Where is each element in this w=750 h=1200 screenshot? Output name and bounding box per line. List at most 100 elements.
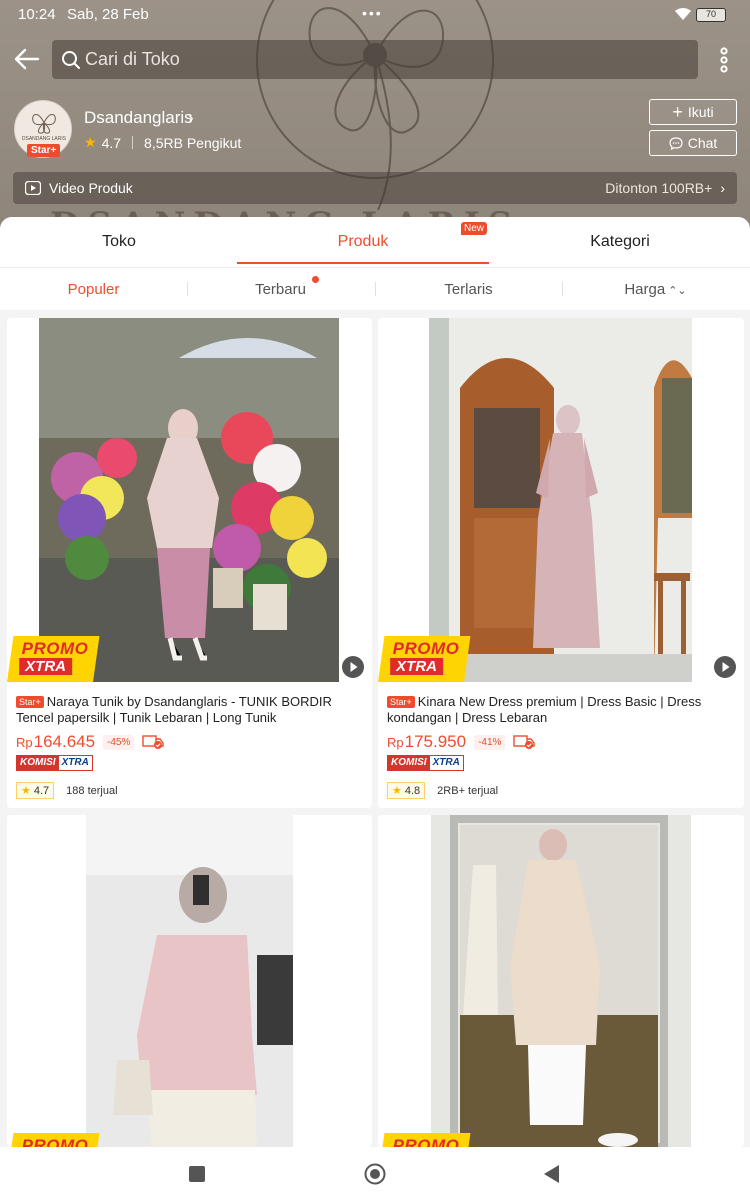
promo-xtra-badge: PROMO <box>7 1133 100 1147</box>
sort-harga-label: Harga <box>624 281 666 298</box>
sort-terbaru[interactable]: Terbaru <box>187 281 374 298</box>
star-plus-badge: Star+ <box>27 144 61 157</box>
tab-produk[interactable]: Produk <box>238 233 488 251</box>
chevron-right-icon: › <box>720 180 725 196</box>
komisi-label: KOMISI <box>388 756 430 770</box>
follow-label: Ikuti <box>687 104 714 120</box>
shipping-truck-icon <box>142 735 165 749</box>
star-icon: ★ <box>84 134 97 150</box>
komisi-xtra-label: XTRA <box>432 757 460 768</box>
promo-line1: PROMO <box>392 639 460 658</box>
shop-name[interactable]: Dsandanglaris <box>84 108 193 128</box>
product-image <box>7 318 372 682</box>
komisi-xtra-label: XTRA <box>61 757 89 768</box>
shipping-truck-icon <box>513 735 536 749</box>
tab-kategori[interactable]: Kategori <box>495 233 745 251</box>
video-play-icon <box>25 181 41 195</box>
promo-xtra-badge: PROMO <box>378 1133 471 1147</box>
sold-count: 188 terjual <box>66 784 118 797</box>
product-title: Star+ Kinara New Dress premium | Dress Ba… <box>387 694 737 726</box>
star-icon: ★ <box>392 785 402 797</box>
sort-bar: Populer Terbaru Terlaris Harga ⌃⌄ <box>0 267 750 310</box>
chat-bubble-icon <box>669 136 683 150</box>
home-icon[interactable] <box>364 1163 386 1185</box>
video-play-icon <box>342 656 364 678</box>
price-row: Rp 164.645 -45% <box>16 732 165 752</box>
product-title: Star+ Naraya Tunik by Dsandanglaris - TUN… <box>16 694 366 726</box>
price-value: 164.645 <box>33 732 96 751</box>
product-rating: 4.8 <box>404 784 421 797</box>
promo-line2: XTRA <box>19 658 73 675</box>
product-card[interactable]: PROMO XTRA Star+ Kinara New Dress premium… <box>378 318 744 808</box>
divider <box>132 136 134 149</box>
promo-xtra-badge: PROMO XTRA <box>378 636 471 682</box>
status-bar: 10:24 Sab, 28 Feb ••• 70 <box>0 0 750 30</box>
sort-terlaris[interactable]: Terlaris <box>375 281 562 298</box>
search-icon <box>62 50 80 69</box>
star-icon: ★ <box>21 785 31 797</box>
video-product-label: Video Produk <box>49 180 133 196</box>
video-views: Ditonton 100RB+ <box>605 180 713 196</box>
search-input[interactable] <box>85 49 645 70</box>
promo-xtra-badge: PROMO XTRA <box>7 636 100 682</box>
shop-stats: ★ 4.7 8,5RB Pengikut <box>84 134 241 151</box>
star-plus-badge: Star+ <box>387 696 415 708</box>
product-card[interactable]: PROMO <box>7 815 372 1147</box>
status-time: 10:24 <box>18 6 56 23</box>
price-row: Rp 175.950 -41% <box>387 732 536 752</box>
price-value: 175.950 <box>404 732 467 751</box>
rating-row: ★ 4.7 188 terjual <box>16 782 118 799</box>
komisi-label: KOMISI <box>17 756 59 770</box>
plus-icon: + <box>672 102 683 122</box>
active-tab-indicator <box>237 262 489 264</box>
shop-logo-text: DSANDANG LARIS <box>21 136 67 142</box>
system-navbar <box>0 1147 750 1200</box>
back-arrow-icon[interactable] <box>12 44 42 74</box>
status-date: Sab, 28 Feb <box>67 6 149 23</box>
video-play-icon <box>714 656 736 678</box>
price-currency: Rp <box>387 734 404 750</box>
rating-row: ★ 4.8 2RB+ terjual <box>387 782 498 799</box>
sort-harga[interactable]: Harga ⌃⌄ <box>562 281 749 298</box>
new-badge: New <box>461 222 488 235</box>
chat-label: Chat <box>687 135 718 151</box>
promo-line2: XTRA <box>390 658 444 675</box>
sold-count: 2RB+ terjual <box>437 784 499 797</box>
promo-line1: PROMO <box>21 1136 89 1147</box>
discount-badge: -45% <box>103 734 135 750</box>
tab-toko[interactable]: Toko <box>0 233 244 251</box>
shop-tabs: Toko Produk Kategori New <box>0 217 750 267</box>
product-rating: 4.7 <box>33 784 50 797</box>
product-image <box>7 815 372 1147</box>
promo-line1: PROMO <box>392 1136 460 1147</box>
more-options-icon[interactable] <box>714 46 734 74</box>
price-currency: Rp <box>16 734 33 750</box>
star-plus-badge: Star+ <box>16 696 44 708</box>
komisi-xtra-badge: KOMISI XTRA <box>16 755 93 771</box>
komisi-xtra-badge: KOMISI XTRA <box>387 755 464 771</box>
sort-populer[interactable]: Populer <box>0 281 187 298</box>
battery-icon: 70 <box>696 8 726 22</box>
rating-badge: ★ 4.8 <box>387 782 426 799</box>
chevron-right-icon[interactable]: › <box>188 108 194 128</box>
video-product-bar[interactable]: Video Produk Ditonton 100RB+ › <box>13 172 737 204</box>
follow-button[interactable]: + Ikuti <box>649 99 737 125</box>
shop-followers: 8,5RB Pengikut <box>144 134 242 151</box>
product-title-text: Kinara New Dress premium | Dress Basic |… <box>387 694 702 725</box>
notification-dot <box>312 276 319 283</box>
wifi-icon <box>675 7 691 20</box>
shop-rating: 4.7 <box>101 134 122 151</box>
product-image <box>378 815 744 1147</box>
product-card[interactable]: PROMO <box>378 815 744 1147</box>
product-card[interactable]: PROMO XTRA Star+ Naraya Tunik by Dsandang… <box>7 318 372 808</box>
product-image <box>378 318 744 682</box>
shop-search-bar[interactable] <box>52 40 698 79</box>
back-triangle-icon[interactable] <box>542 1164 560 1184</box>
chat-button[interactable]: Chat <box>649 130 737 156</box>
rating-badge: ★ 4.7 <box>16 782 55 799</box>
promo-line1: PROMO <box>21 639 89 658</box>
recent-apps-icon[interactable] <box>189 1166 205 1182</box>
discount-badge: -41% <box>474 734 506 750</box>
status-dots: ••• <box>362 5 383 21</box>
product-title-text: Naraya Tunik by Dsandanglaris - TUNIK BO… <box>16 694 332 725</box>
